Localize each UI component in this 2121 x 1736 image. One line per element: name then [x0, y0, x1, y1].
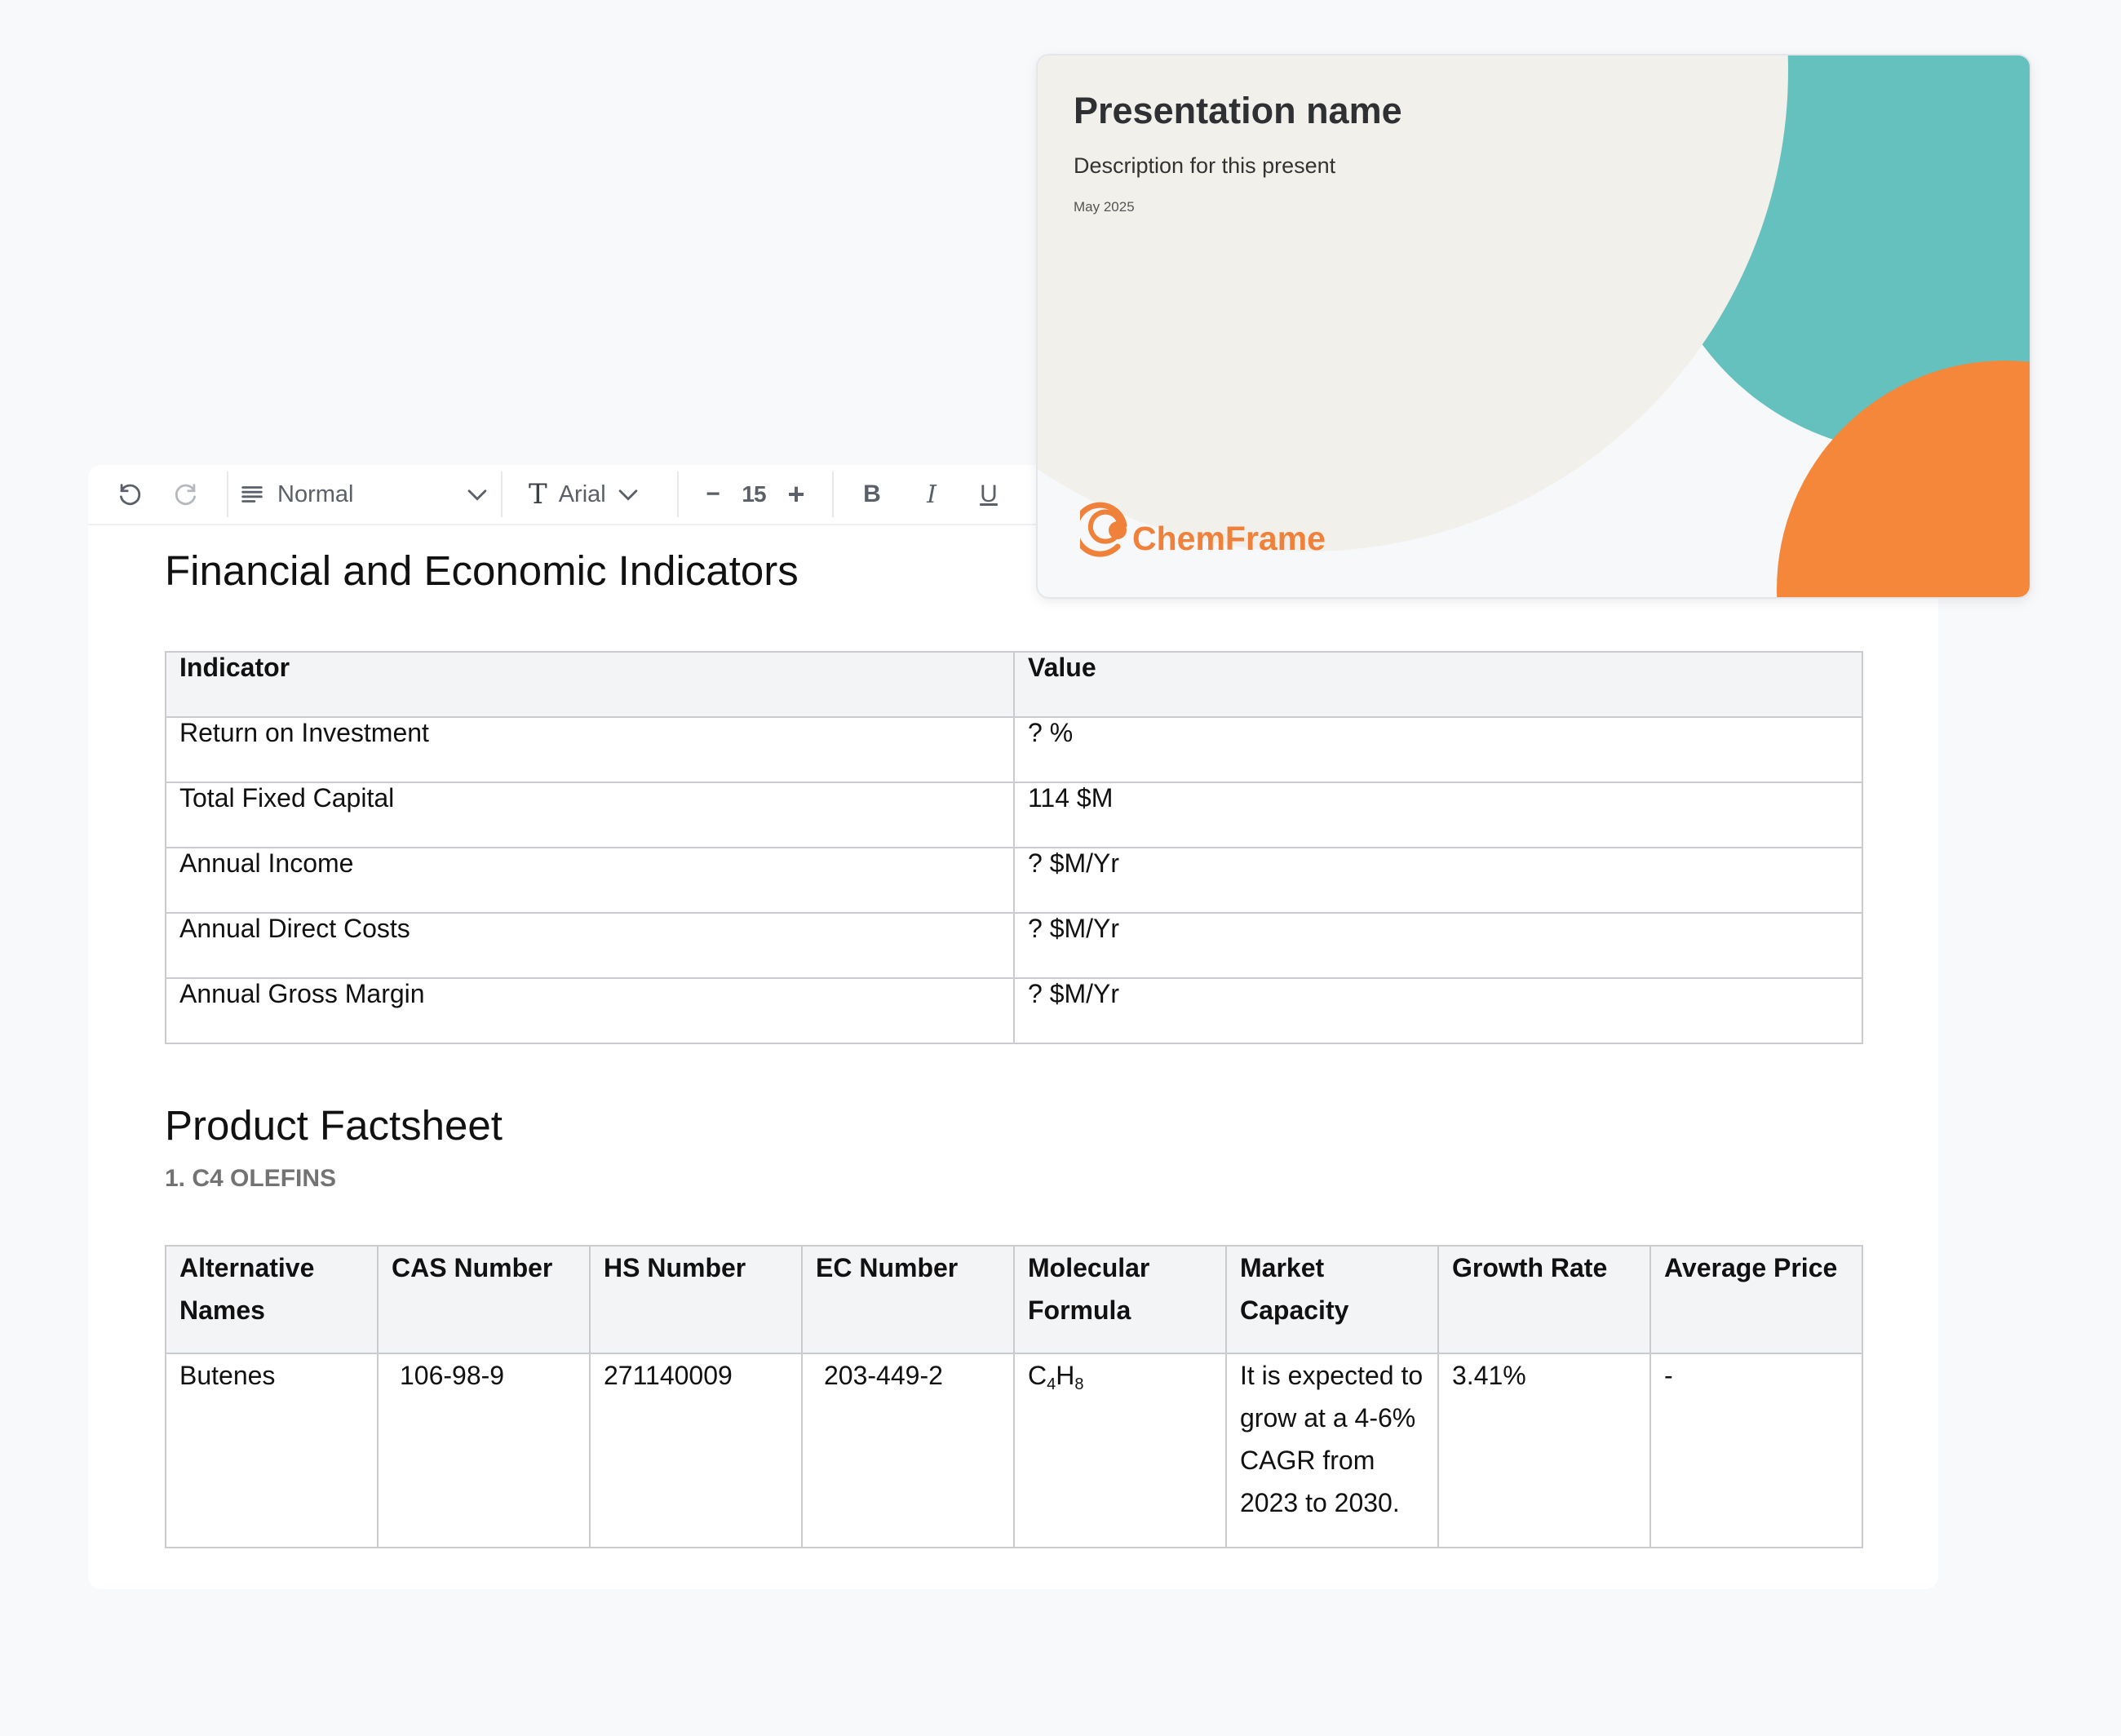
undo-button[interactable] [104, 470, 155, 519]
growth-rate-cell: 3.41% [1437, 1353, 1651, 1548]
table-cell: Annual Income [165, 847, 1015, 914]
logo-text: ChemFrame [1132, 519, 1326, 557]
table-row: Annual Income ? $M/Yr [165, 847, 1863, 914]
formula-carbon-count: 4 [1047, 1375, 1056, 1393]
table-cell: ? $M/Yr [1013, 847, 1863, 914]
average-price-cell: - [1649, 1353, 1863, 1548]
document-editor: Normal T Arial − 15 + B I U Financial an… [88, 465, 1938, 1589]
table-cell: Total Fixed Capital [165, 782, 1015, 848]
table-row: Return on Investment ? % [165, 716, 1863, 783]
presentation-date: May 2025 [1074, 199, 1135, 215]
formula-hydrogen-count: 8 [1074, 1375, 1084, 1393]
alternative-names-cell: Butenes [165, 1353, 379, 1548]
table-header-cell: Average Price [1649, 1245, 1863, 1354]
table-header-cell: CAS Number [377, 1245, 591, 1354]
presentation-preview-card[interactable]: Presentation name Description for this p… [1036, 54, 2031, 599]
table-cell: 114 $M [1013, 782, 1863, 848]
table-header-cell: Value [1013, 651, 1863, 718]
factsheet-table: Alternative Names CAS Number HS Number E… [165, 1245, 1863, 1548]
ec-number-cell: 203-449-2 [801, 1353, 1015, 1548]
molecular-formula-cell: C4H8 [1013, 1353, 1227, 1548]
table-cell: Return on Investment [165, 716, 1015, 783]
table-row: Annual Direct Costs ? $M/Yr [165, 912, 1863, 979]
market-capacity-cell: It is expected to grow at a 4-6% CAGR fr… [1225, 1353, 1439, 1548]
table-cell: ? % [1013, 716, 1863, 783]
table-header-cell: Market Capacity [1225, 1245, 1439, 1354]
underline-button[interactable]: U [963, 470, 1015, 519]
paragraph-style-select[interactable]: Normal [238, 470, 491, 519]
table-header-cell: Indicator [165, 651, 1015, 718]
presentation-title: Presentation name [1074, 90, 1402, 131]
indicators-table: Indicator Value Return on Investment ? %… [165, 651, 1863, 1044]
chevron-down-icon [618, 489, 638, 501]
cas-number-cell: 106-98-9 [377, 1353, 591, 1548]
redo-button[interactable] [155, 470, 217, 519]
paragraph-icon [241, 486, 263, 503]
table-row: Butenes 106-98-9 271140009 203-449-2 C4H… [165, 1353, 1863, 1548]
table-header-cell: Alternative Names [165, 1245, 379, 1354]
table-header-cell: HS Number [589, 1245, 803, 1354]
table-header-cell: EC Number [801, 1245, 1015, 1354]
increase-font-size-button[interactable]: + [770, 470, 822, 519]
table-cell: ? $M/Yr [1013, 912, 1863, 979]
product-heading: 1. C4 OLEFINS [165, 1165, 337, 1192]
formula-hydrogen: H [1056, 1361, 1075, 1390]
table-row: Total Fixed Capital 114 $M [165, 782, 1863, 848]
table-header-cell: Molecular Formula [1013, 1245, 1227, 1354]
chemframe-logo: ChemFrame [1080, 489, 1326, 568]
table-header-cell: Growth Rate [1437, 1245, 1651, 1354]
formula-carbon: C [1028, 1361, 1047, 1390]
table-cell: Annual Direct Costs [165, 912, 1015, 979]
chevron-down-icon [467, 489, 487, 501]
section-heading-factsheet: Product Factsheet [165, 1102, 503, 1149]
table-header-row: Indicator Value [165, 651, 1863, 718]
section-heading-financial: Financial and Economic Indicators [165, 547, 799, 594]
toolbar-divider [677, 472, 679, 517]
italic-button[interactable]: I [901, 470, 963, 519]
redo-icon [175, 484, 197, 506]
formatting-toolbar: Normal T Arial − 15 + B I U [88, 465, 1067, 525]
hs-number-cell: 271140009 [589, 1353, 803, 1548]
font-family-value: Arial [558, 480, 606, 507]
toolbar-divider [227, 472, 228, 517]
toolbar-divider [501, 472, 503, 517]
font-size-value[interactable]: 15 [737, 481, 770, 507]
paragraph-style-value: Normal [277, 480, 354, 507]
presentation-description: Description for this present [1074, 153, 1336, 178]
chemframe-logo-icon [1080, 502, 1127, 557]
toolbar-divider [832, 472, 834, 517]
table-row: Annual Gross Margin ? $M/Yr [165, 977, 1863, 1044]
table-header-row: Alternative Names CAS Number HS Number E… [165, 1245, 1863, 1354]
bold-button[interactable]: B [844, 470, 901, 519]
font-family-select[interactable]: T Arial [512, 470, 667, 519]
table-cell: ? $M/Yr [1013, 977, 1863, 1044]
decrease-font-size-button[interactable]: − [689, 470, 737, 519]
font-icon: T [529, 478, 547, 511]
table-cell: Annual Gross Margin [165, 977, 1015, 1044]
undo-icon [119, 484, 141, 506]
app-canvas: Normal T Arial − 15 + B I U Financial an… [0, 0, 2121, 1736]
